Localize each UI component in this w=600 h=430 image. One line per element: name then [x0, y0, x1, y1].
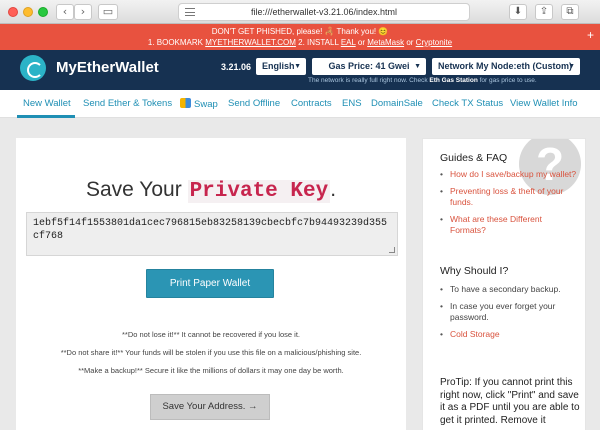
- share-icon[interactable]: ⇪: [535, 4, 553, 20]
- cryptonite-link[interactable]: Cryptonite: [416, 38, 452, 47]
- browser-window: ‹ › ▭ file:///etherwallet-v3.21.06/index…: [0, 0, 600, 430]
- tab-new-wallet[interactable]: New Wallet: [23, 98, 71, 109]
- metamask-link[interactable]: MetaMask: [367, 38, 404, 47]
- myetherwallet-logo-icon[interactable]: [20, 55, 46, 81]
- eal-link[interactable]: EAL: [341, 38, 356, 47]
- why-item: To have a secondary backup.: [440, 284, 580, 296]
- chevron-left-icon: ‹: [62, 5, 68, 18]
- tab-send-ether-tokens[interactable]: Send Ether & Tokens: [83, 98, 172, 109]
- tab-send-offline[interactable]: Send Offline: [228, 98, 280, 109]
- site-header: MyEtherWallet 3.21.06 English ▼ Gas Pric…: [0, 50, 600, 90]
- active-tab-indicator: [17, 115, 75, 118]
- why-item: In case you ever forget your password.: [440, 301, 580, 324]
- note-make-backup: **Make a backup!** Secure it like the mi…: [78, 366, 344, 375]
- tabs-icon[interactable]: ⧉: [561, 4, 579, 20]
- note-do-not-share: **Do not share it!** Your funds will be …: [60, 348, 362, 357]
- language-select[interactable]: English ▼: [256, 58, 306, 75]
- protip-text: ProTip: If you cannot print this right n…: [440, 377, 580, 426]
- caret-down-icon: ▼: [414, 63, 421, 70]
- version-label: 3.21.06: [221, 62, 252, 72]
- cold-storage-link[interactable]: Cold Storage: [440, 329, 580, 341]
- tab-contracts[interactable]: Contracts: [291, 98, 332, 109]
- warning-line-1: DON'T GET PHISHED, please! 🦂 Thank you! …: [211, 27, 389, 36]
- swap-icon: [180, 98, 191, 108]
- resize-handle-icon[interactable]: [389, 247, 395, 253]
- brand-name[interactable]: MyEtherWallet: [56, 59, 159, 76]
- caret-down-icon: ▼: [568, 63, 575, 70]
- save-your-address-button[interactable]: Save Your Address. →: [150, 394, 270, 420]
- why-heading: Why Should I?: [440, 265, 509, 277]
- note-do-not-lose: **Do not lose it!** It cannot be recover…: [121, 330, 300, 339]
- help-sidebar: ? Guides & FAQ How do I save/backup my w…: [422, 138, 586, 430]
- tab-check-tx-status[interactable]: Check TX Status: [432, 98, 503, 109]
- warning-line-2: 1. BOOKMARK MYETHERWALLET.COM 2. INSTALL…: [147, 38, 453, 47]
- caret-down-icon: ▼: [294, 63, 301, 70]
- save-private-key-panel: Save Your Private Key. 1ebf5f14f1553801d…: [16, 138, 406, 430]
- tab-domainsale[interactable]: DomainSale: [371, 98, 423, 109]
- tab-view-wallet-info[interactable]: View Wallet Info: [510, 98, 578, 109]
- minimize-window-button[interactable]: [23, 7, 33, 17]
- tab-ens[interactable]: ENS: [342, 98, 362, 109]
- network-congestion-note: The network is really full right now. Ch…: [308, 77, 537, 84]
- reader-icon: [185, 8, 195, 16]
- guide-link[interactable]: What are these Different Formats?: [440, 214, 580, 237]
- bookmark-link[interactable]: MYETHERWALLET.COM: [205, 38, 296, 47]
- main-nav: New Wallet Send Ether & Tokens Swap Send…: [0, 90, 600, 118]
- close-window-button[interactable]: [8, 7, 18, 17]
- gas-price-select[interactable]: Gas Price: 41 Gwei ▼: [312, 58, 426, 75]
- warning-notes: **Do not lose it!** It cannot be recover…: [16, 326, 406, 380]
- sidebar-icon: ▭: [102, 5, 114, 18]
- why-list: To have a secondary backup. In case you …: [440, 284, 580, 345]
- guides-heading: Guides & FAQ: [440, 152, 508, 164]
- phishing-warning-banner: DON'T GET PHISHED, please! 🦂 Thank you! …: [0, 24, 600, 50]
- guide-link[interactable]: Preventing loss & theft of your funds.: [440, 186, 580, 209]
- sidebar-toggle-button[interactable]: ▭: [98, 4, 118, 20]
- forward-button[interactable]: ›: [74, 4, 92, 20]
- url-text: file:///etherwallet-v3.21.06/index.html: [250, 7, 398, 17]
- back-button[interactable]: ‹: [56, 4, 74, 20]
- eth-gas-station-link[interactable]: Eth Gas Station: [429, 77, 477, 84]
- guides-list: How do I save/backup my wallet? Preventi…: [440, 169, 580, 242]
- guide-link[interactable]: How do I save/backup my wallet?: [440, 169, 580, 181]
- network-node-select[interactable]: Network My Node:eth (Custom) ▼: [432, 58, 580, 75]
- zoom-window-button[interactable]: [38, 7, 48, 17]
- private-key-textarea[interactable]: 1ebf5f14f1553801da1cec796815eb83258139cb…: [26, 212, 398, 256]
- tab-swap[interactable]: Swap: [180, 98, 218, 110]
- page-title: Save Your Private Key.: [85, 178, 337, 203]
- print-paper-wallet-button[interactable]: Print Paper Wallet: [146, 269, 274, 298]
- chevron-right-icon: ›: [80, 5, 86, 18]
- download-icon[interactable]: ⬇: [509, 4, 527, 20]
- new-tab-icon[interactable]: +: [587, 29, 594, 41]
- address-bar[interactable]: file:///etherwallet-v3.21.06/index.html: [178, 3, 470, 21]
- browser-toolbar: ‹ › ▭ file:///etherwallet-v3.21.06/index…: [0, 0, 600, 24]
